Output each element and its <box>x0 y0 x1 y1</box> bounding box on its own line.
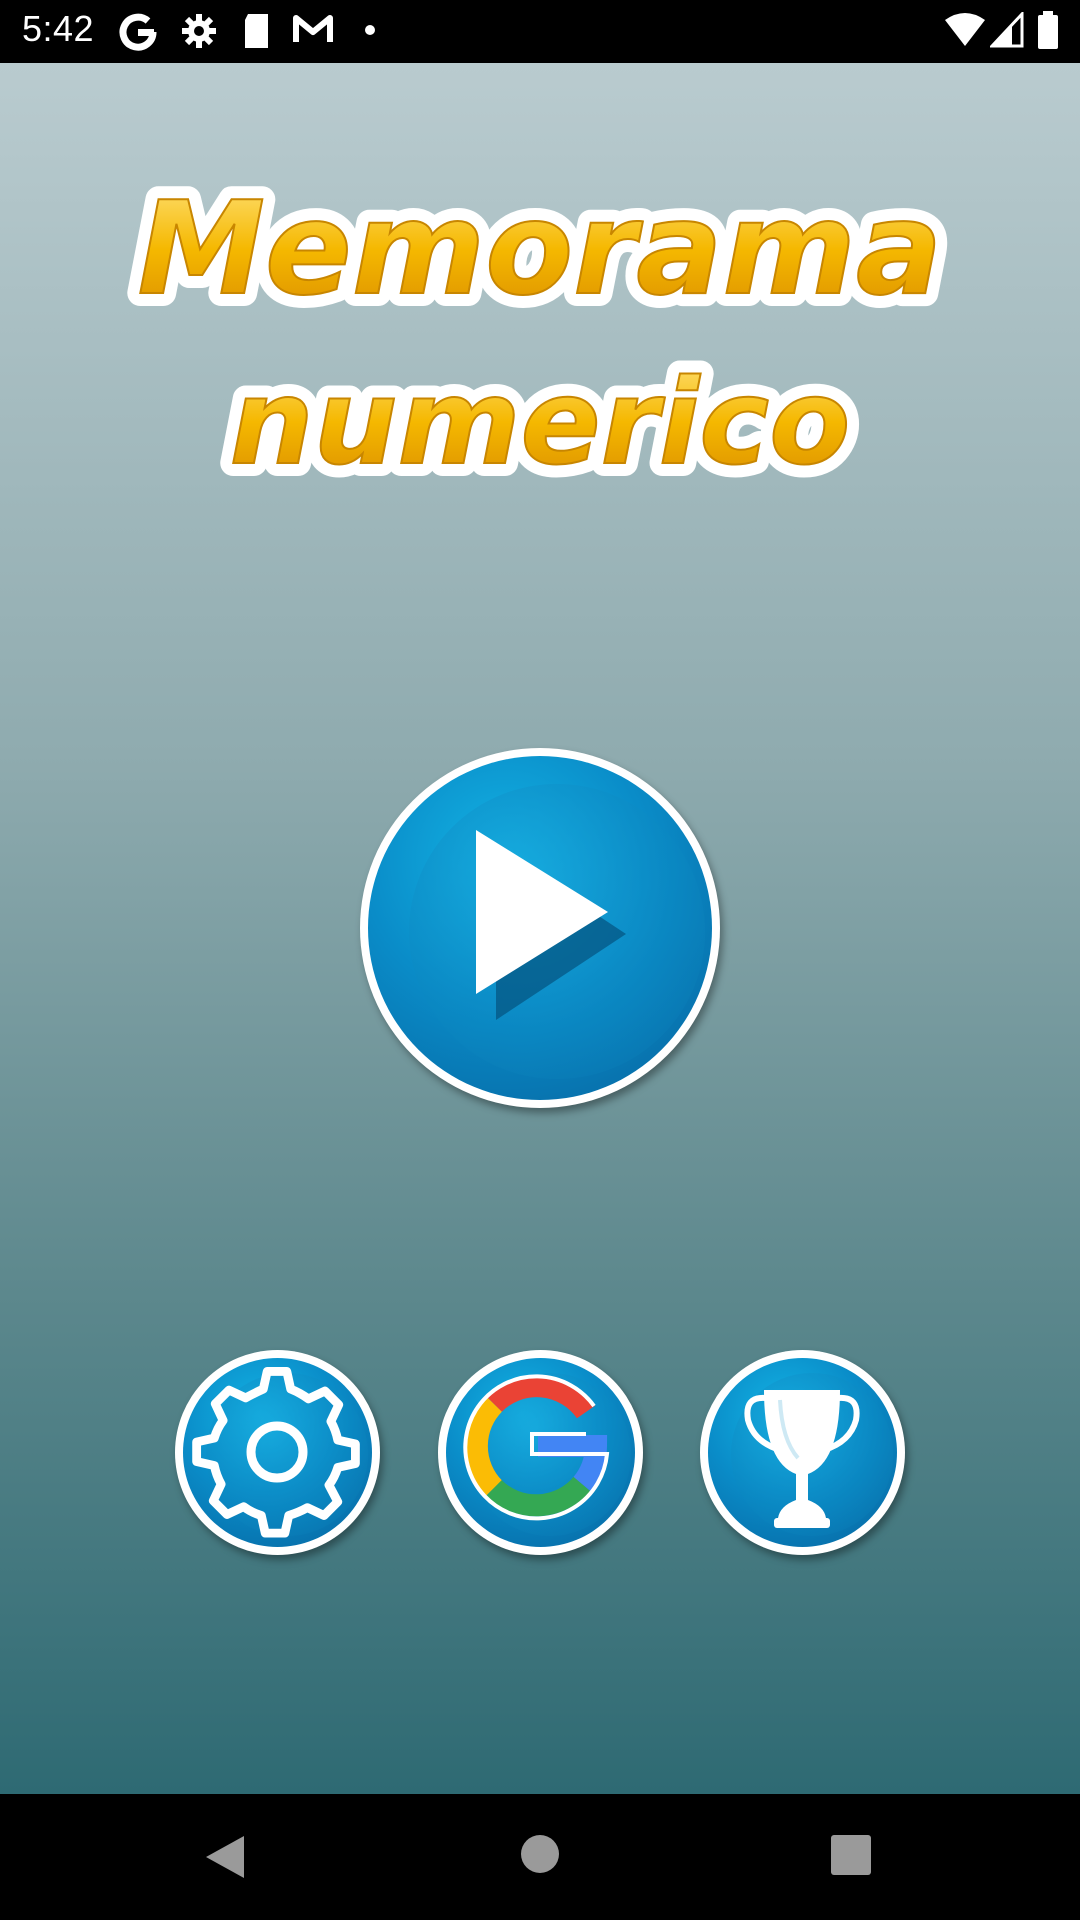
settings-icon <box>182 14 216 48</box>
play-button[interactable] <box>360 748 720 1108</box>
recents-icon[interactable] <box>830 1834 872 1876</box>
sd-card-icon <box>245 14 268 48</box>
gear-icon <box>192 1367 360 1538</box>
title-line1: Memorama <box>138 175 943 324</box>
signal-icon <box>990 12 1024 48</box>
gmail-icon <box>293 15 333 42</box>
back-icon[interactable] <box>204 1834 246 1880</box>
settings-button[interactable] <box>175 1350 380 1555</box>
google-icon <box>119 13 157 51</box>
wifi-icon <box>945 13 985 46</box>
status-bar: 5:42 <box>0 0 1080 63</box>
navigation-bar <box>0 1794 1080 1920</box>
google-icon <box>463 1374 610 1521</box>
google-sign-in-button[interactable] <box>438 1350 643 1555</box>
battery-icon <box>1038 11 1058 49</box>
main-menu: Memorama Memorama numerico numerico <box>0 63 1080 1794</box>
app-title: Memorama Memorama numerico numerico <box>125 163 956 504</box>
notification-dot-icon <box>365 25 375 35</box>
home-icon[interactable] <box>520 1834 560 1874</box>
trophy-icon <box>744 1390 860 1528</box>
title-line2: numerico <box>230 353 851 491</box>
play-icon <box>476 830 626 1020</box>
leaderboard-button[interactable] <box>700 1350 905 1555</box>
status-time: 5:42 <box>22 8 95 49</box>
